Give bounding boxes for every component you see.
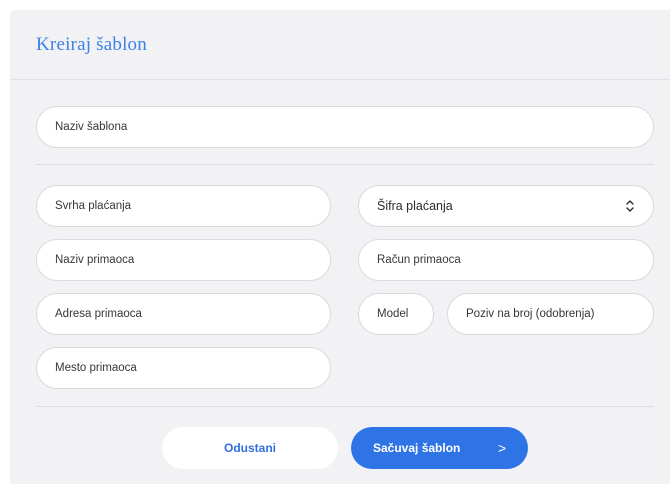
chevron-up-down-icon [626,200,634,212]
recipient-address-field[interactable] [36,293,331,335]
recipient-city-field[interactable] [36,347,331,389]
template-name-field[interactable] [36,106,654,148]
header-divider [10,79,670,80]
payment-purpose-field[interactable] [36,185,331,227]
recipient-name-input[interactable] [37,240,330,280]
recipient-address-input[interactable] [37,294,330,334]
recipient-account-field[interactable] [358,239,654,281]
create-template-dialog: Kreiraj šablon Šifra plaćanja Odustani S [10,10,670,484]
template-name-input[interactable] [37,107,653,147]
save-template-button[interactable]: Sačuvaj šablon > [351,427,528,469]
dialog-title: Kreiraj šablon [36,34,147,55]
recipient-city-input[interactable] [37,348,330,388]
model-input[interactable] [359,294,433,334]
payment-code-select[interactable]: Šifra plaćanja [358,185,654,227]
chevron-right-icon: > [497,440,506,456]
recipient-account-input[interactable] [359,240,653,280]
save-button-label: Sačuvaj šablon [373,441,461,455]
payment-purpose-input[interactable] [37,186,330,226]
model-field[interactable] [358,293,434,335]
cancel-button-label: Odustani [223,441,276,455]
payment-code-label: Šifra plaćanja [377,199,453,213]
reference-number-input[interactable] [448,294,653,334]
cancel-button[interactable]: Odustani [162,427,338,469]
footer-divider [36,406,654,407]
recipient-name-field[interactable] [36,239,331,281]
section-divider [36,164,654,165]
reference-number-field[interactable] [447,293,654,335]
